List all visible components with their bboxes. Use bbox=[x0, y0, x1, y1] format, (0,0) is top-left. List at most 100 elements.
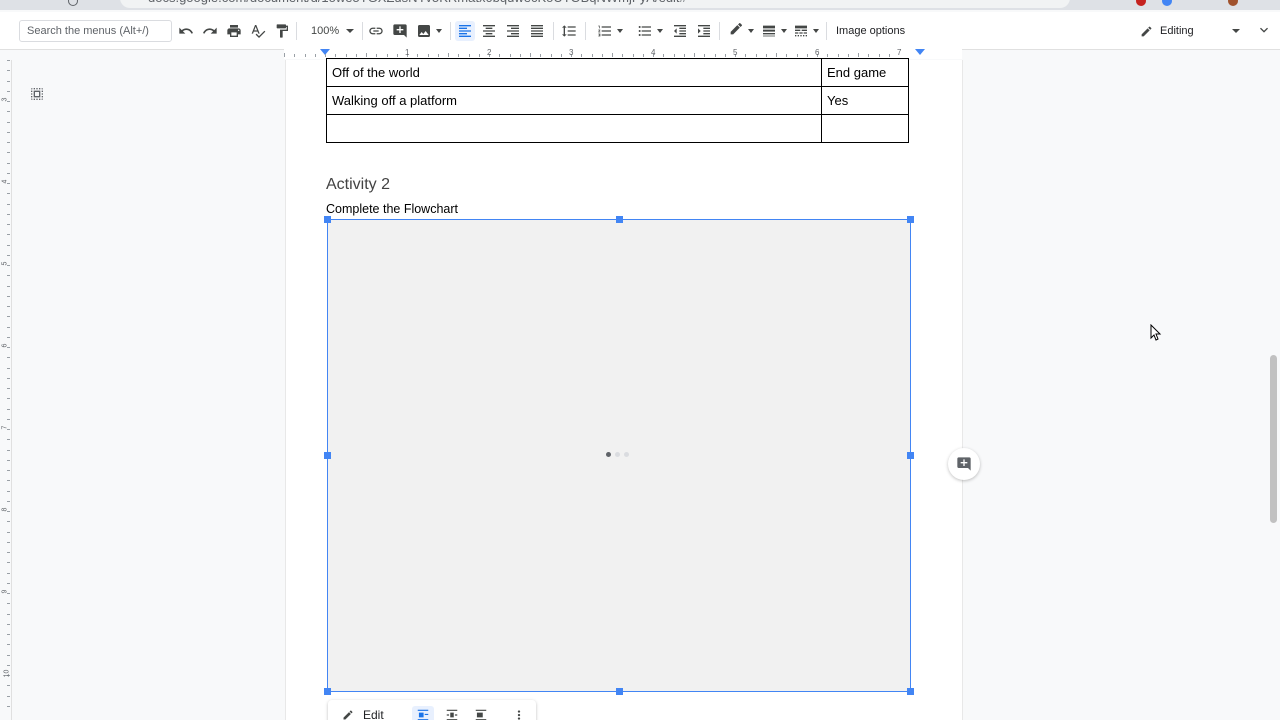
ruler-tick bbox=[776, 53, 777, 57]
align-right-icon[interactable] bbox=[505, 21, 521, 41]
break-text-icon[interactable] bbox=[470, 706, 492, 720]
pencil-icon bbox=[343, 710, 353, 720]
inline-wrap-icon[interactable] bbox=[412, 706, 434, 720]
ruler-tick bbox=[622, 54, 624, 57]
ruler-label: 8 bbox=[1, 507, 9, 512]
ruler-tick bbox=[591, 54, 593, 57]
browser-top-bar: docs.google.com/document/d/1owe5TGXZusNY… bbox=[0, 0, 1280, 10]
numbered-list-icon[interactable] bbox=[594, 21, 626, 41]
ruler-label: 6 bbox=[815, 48, 820, 57]
border-color-icon[interactable] bbox=[728, 21, 754, 41]
increase-indent-icon[interactable] bbox=[696, 21, 712, 41]
wrap-text-icon[interactable] bbox=[441, 706, 463, 720]
paint-format-icon[interactable] bbox=[274, 21, 290, 41]
ruler-tick bbox=[7, 357, 10, 359]
border-dash-icon[interactable] bbox=[793, 21, 819, 41]
loading-indicator bbox=[606, 452, 629, 457]
resize-handle[interactable] bbox=[616, 688, 623, 695]
resize-handle[interactable] bbox=[907, 216, 914, 223]
ruler-tick bbox=[7, 275, 10, 277]
right-indent-marker[interactable] bbox=[915, 49, 925, 55]
resize-handle[interactable] bbox=[324, 452, 331, 459]
add-comment-button[interactable] bbox=[948, 448, 980, 480]
ruler-tick bbox=[7, 603, 10, 605]
ruler-tick bbox=[7, 582, 10, 584]
table-cell[interactable]: End game bbox=[821, 58, 909, 87]
table-cell[interactable] bbox=[821, 114, 909, 143]
chevron-down-icon bbox=[346, 29, 354, 33]
ruler-tick bbox=[7, 142, 10, 143]
vertical-ruler[interactable]: 3 4 5 6 7 8 9 10 bbox=[0, 60, 12, 720]
ruler-label: 1 bbox=[405, 48, 410, 57]
ruler-tick bbox=[335, 54, 337, 57]
ruler-tick bbox=[847, 54, 849, 57]
resize-handle[interactable] bbox=[616, 216, 623, 223]
more-vert-icon[interactable] bbox=[508, 706, 530, 720]
ruler-tick bbox=[7, 213, 10, 215]
ruler-tick bbox=[376, 54, 378, 57]
ruler-tick bbox=[837, 54, 839, 57]
image-options-button[interactable]: Image options bbox=[836, 21, 905, 41]
insert-image-icon[interactable] bbox=[415, 21, 443, 41]
chevron-down-icon bbox=[1232, 29, 1240, 33]
reload-icon[interactable] bbox=[68, 0, 78, 6]
ruler-tick bbox=[509, 54, 511, 57]
avatar[interactable] bbox=[1228, 0, 1238, 6]
border-weight-icon[interactable] bbox=[761, 21, 787, 41]
ruler-tick bbox=[7, 70, 10, 72]
table-cell[interactable] bbox=[326, 114, 822, 143]
ruler-tick bbox=[417, 54, 419, 57]
print-icon[interactable] bbox=[226, 21, 242, 41]
document-outline-icon[interactable] bbox=[29, 86, 45, 102]
redo-icon[interactable] bbox=[202, 21, 218, 41]
ruler-tick bbox=[7, 224, 10, 225]
ruler-tick bbox=[7, 60, 10, 61]
editing-mode-select[interactable]: Editing bbox=[1140, 21, 1246, 41]
ruler-tick bbox=[478, 54, 480, 57]
ruler-tick bbox=[7, 500, 10, 502]
bulleted-list-icon[interactable] bbox=[634, 21, 666, 41]
align-justify-icon[interactable] bbox=[529, 21, 545, 41]
ruler-tick bbox=[663, 54, 665, 57]
resize-handle[interactable] bbox=[324, 216, 331, 223]
extension-icon[interactable] bbox=[1136, 0, 1146, 6]
add-comment-icon bbox=[957, 457, 971, 471]
ruler-tick bbox=[7, 398, 10, 400]
ruler-tick bbox=[827, 54, 829, 57]
table-cell[interactable]: Off of the world bbox=[326, 58, 822, 87]
resize-handle[interactable] bbox=[907, 688, 914, 695]
resize-handle[interactable] bbox=[324, 688, 331, 695]
line-spacing-icon[interactable] bbox=[561, 21, 577, 41]
spellcheck-icon[interactable] bbox=[250, 21, 266, 41]
resize-handle[interactable] bbox=[907, 452, 914, 459]
ruler-tick bbox=[724, 54, 726, 57]
mouse-cursor-icon bbox=[1150, 324, 1162, 341]
table-row: Walking off a platform Yes bbox=[326, 86, 909, 115]
address-bar[interactable]: docs.google.com/document/d/1owe5TGXZusNY… bbox=[120, 0, 1070, 8]
section-heading: Activity 2 bbox=[326, 176, 391, 193]
ruler-tick bbox=[7, 408, 10, 410]
chevron-up-icon[interactable] bbox=[1256, 22, 1272, 38]
edit-image-button[interactable]: Edit bbox=[342, 708, 384, 720]
ruler-tick bbox=[560, 54, 562, 57]
image-floating-toolbar: Edit bbox=[328, 700, 536, 720]
link-icon[interactable] bbox=[368, 21, 384, 41]
ruler-tick bbox=[704, 54, 706, 57]
vertical-scrollbar[interactable] bbox=[1270, 355, 1277, 523]
ruler-label: 9 bbox=[1, 589, 9, 594]
extension-icon[interactable] bbox=[1162, 0, 1172, 6]
align-left-icon[interactable] bbox=[455, 21, 475, 41]
search-menus-input[interactable]: Search the menus (Alt+/) bbox=[19, 20, 172, 42]
undo-icon[interactable] bbox=[178, 21, 194, 41]
table-cell[interactable]: Walking off a platform bbox=[326, 86, 822, 115]
ruler-tick bbox=[7, 121, 10, 123]
table-cell[interactable]: Yes bbox=[821, 86, 909, 115]
align-center-icon[interactable] bbox=[481, 21, 497, 41]
ruler-tick bbox=[806, 54, 808, 57]
ruler-tick bbox=[868, 54, 870, 57]
ruler-tick bbox=[745, 54, 747, 57]
editor-toolbar: Search the menus (Alt+/) 100% Image opti… bbox=[0, 12, 1280, 50]
decrease-indent-icon[interactable] bbox=[672, 21, 688, 41]
add-comment-icon[interactable] bbox=[392, 21, 408, 41]
zoom-select[interactable]: 100% bbox=[300, 21, 358, 41]
